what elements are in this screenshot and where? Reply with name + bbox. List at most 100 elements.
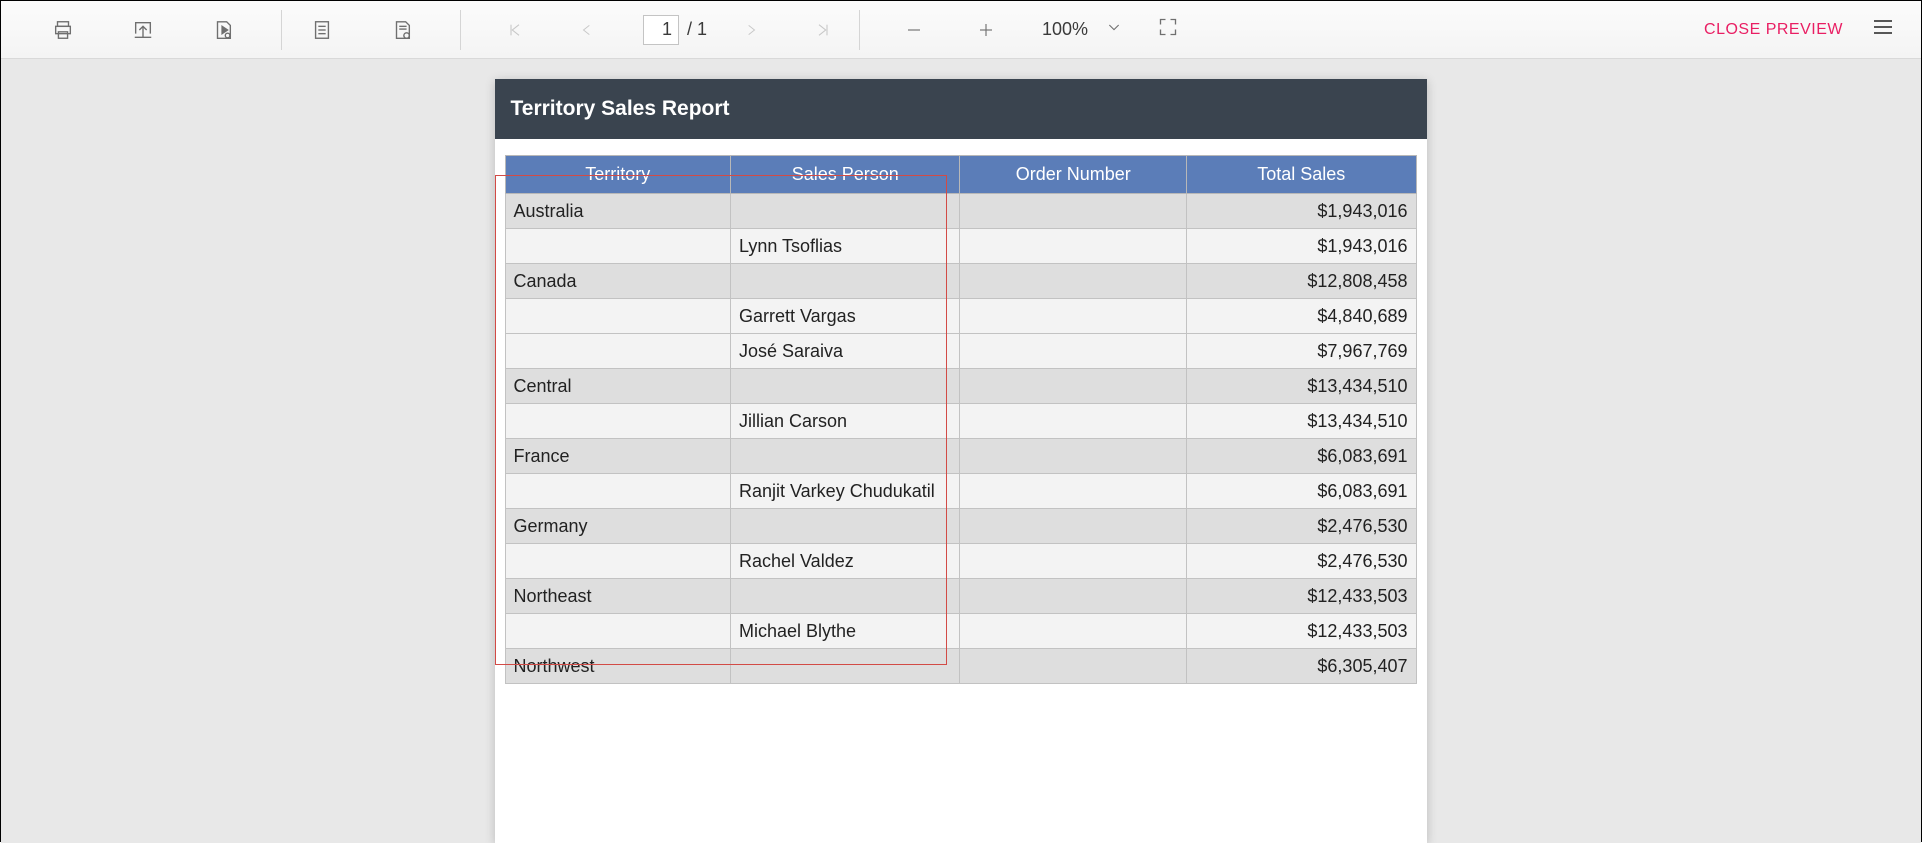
fullscreen-icon <box>1158 17 1178 37</box>
table-row: Central $13,434,510 <box>505 369 1416 404</box>
page-input[interactable] <box>643 15 679 45</box>
table-cell <box>960 474 1186 509</box>
table-cell <box>960 614 1186 649</box>
table-cell: $1,943,016 <box>1186 229 1416 264</box>
document-gear-icon <box>391 19 413 41</box>
table-cell: $4,840,689 <box>1186 299 1416 334</box>
table-row: Garrett Vargas$4,840,689 <box>505 299 1416 334</box>
table-cell: $6,305,407 <box>1186 649 1416 684</box>
last-page-button[interactable] <box>805 12 841 48</box>
table-cell <box>960 264 1186 299</box>
table-row: Ranjit Varkey Chudukatil$6,083,691 <box>505 474 1416 509</box>
separator <box>281 10 282 50</box>
table-cell: Canada <box>505 264 730 299</box>
table-cell: José Saraiva <box>730 334 960 369</box>
table-row: Australia$1,943,016 <box>505 194 1416 229</box>
table-cell: $7,967,769 <box>1186 334 1416 369</box>
table-cell <box>960 194 1186 229</box>
first-page-icon <box>507 22 523 38</box>
table-cell <box>960 229 1186 264</box>
separator <box>460 10 461 50</box>
export-button[interactable] <box>121 8 165 52</box>
separator <box>859 10 860 50</box>
table-cell: $12,433,503 <box>1186 614 1416 649</box>
document-settings-button[interactable] <box>380 8 424 52</box>
menu-button[interactable] <box>1871 15 1895 44</box>
table-cell <box>960 579 1186 614</box>
table-cell <box>505 334 730 369</box>
hamburger-icon <box>1871 15 1895 39</box>
table-cell <box>505 614 730 649</box>
table-cell: Ranjit Varkey Chudukatil <box>730 474 960 509</box>
table-cell: $12,808,458 <box>1186 264 1416 299</box>
zoom-level: 100% <box>1042 19 1088 40</box>
table-row: Michael Blythe $12,433,503 <box>505 614 1416 649</box>
last-page-icon <box>815 22 831 38</box>
table-cell <box>960 299 1186 334</box>
zoom-dropdown[interactable] <box>1106 19 1122 40</box>
first-page-button[interactable] <box>497 12 533 48</box>
table-cell <box>960 334 1186 369</box>
print-button[interactable] <box>41 8 85 52</box>
table-cell <box>960 369 1186 404</box>
table-row: Germany$2,476,530 <box>505 509 1416 544</box>
share-button[interactable] <box>201 8 245 52</box>
export-icon <box>132 19 154 41</box>
table-cell <box>505 404 730 439</box>
col-header-territory: Territory <box>505 156 730 194</box>
table-cell <box>730 264 960 299</box>
table-cell: Michael Blythe <box>730 614 960 649</box>
table-cell <box>960 544 1186 579</box>
fullscreen-button[interactable] <box>1158 17 1178 42</box>
minus-icon <box>905 21 923 39</box>
page-total: / 1 <box>687 19 707 40</box>
table-row: José Saraiva $7,967,769 <box>505 334 1416 369</box>
share-icon <box>212 19 234 41</box>
table-row: Northeast $12,433,503 <box>505 579 1416 614</box>
table-cell: Northeast <box>505 579 730 614</box>
table-cell <box>730 194 960 229</box>
table-cell <box>730 579 960 614</box>
table-cell: $2,476,530 <box>1186 509 1416 544</box>
document-icon <box>311 19 333 41</box>
table-row: France $6,083,691 <box>505 439 1416 474</box>
zoom-out-button[interactable] <box>896 12 932 48</box>
table-cell <box>960 509 1186 544</box>
table-cell <box>730 649 960 684</box>
table-cell: Lynn Tsoflias <box>730 229 960 264</box>
chevron-down-icon <box>1106 19 1122 35</box>
plus-icon <box>977 21 995 39</box>
print-icon <box>52 19 74 41</box>
table-cell <box>960 649 1186 684</box>
table-cell: Rachel Valdez <box>730 544 960 579</box>
table-cell <box>730 509 960 544</box>
table-cell <box>505 229 730 264</box>
table-row: Rachel Valdez $2,476,530 <box>505 544 1416 579</box>
report-page: Territory Sales Report Territory Sales P… <box>495 79 1427 843</box>
table-cell <box>960 404 1186 439</box>
table-row: Jillian Carson$13,434,510 <box>505 404 1416 439</box>
table-cell: $13,434,510 <box>1186 369 1416 404</box>
col-header-salesperson: Sales Person <box>730 156 960 194</box>
preview-canvas[interactable]: Territory Sales Report Territory Sales P… <box>1 59 1921 843</box>
document-info-button[interactable] <box>300 8 344 52</box>
table-cell: $2,476,530 <box>1186 544 1416 579</box>
table-cell: Northwest <box>505 649 730 684</box>
close-preview-button[interactable]: CLOSE PREVIEW <box>1704 21 1843 39</box>
table-cell <box>505 474 730 509</box>
prev-page-button[interactable] <box>569 12 605 48</box>
next-page-button[interactable] <box>733 12 769 48</box>
table-cell: $12,433,503 <box>1186 579 1416 614</box>
table-cell: Central <box>505 369 730 404</box>
table-cell: France <box>505 439 730 474</box>
table-cell <box>730 439 960 474</box>
table-cell: $1,943,016 <box>1186 194 1416 229</box>
table-cell: $6,083,691 <box>1186 439 1416 474</box>
table-cell <box>960 439 1186 474</box>
zoom-in-button[interactable] <box>968 12 1004 48</box>
toolbar: / 1 100% CLOSE PREVIEW <box>1 1 1921 59</box>
report-table: Territory Sales Person Order Number Tota… <box>505 155 1417 684</box>
table-cell <box>505 544 730 579</box>
table-row: Northwest $6,305,407 <box>505 649 1416 684</box>
table-cell <box>505 299 730 334</box>
